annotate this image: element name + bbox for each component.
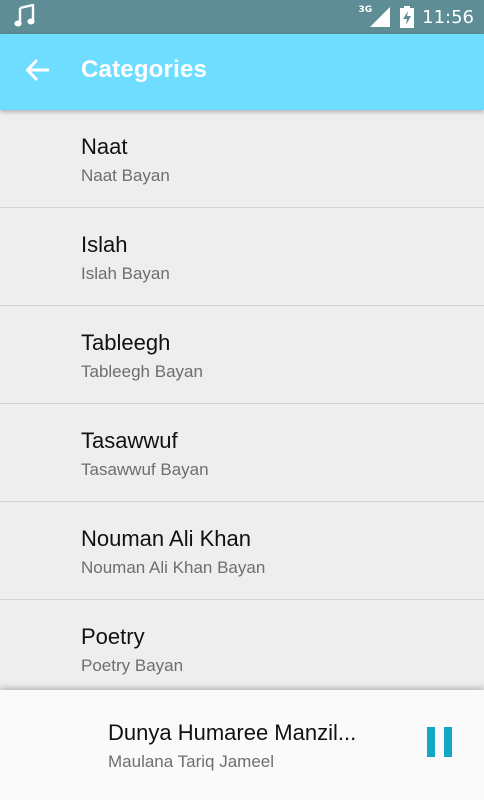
music-note-icon <box>14 3 36 28</box>
item-subtitle: Nouman Ali Khan Bayan <box>81 558 266 577</box>
item-subtitle: Naat Bayan <box>81 166 170 185</box>
status-bar: 3G 11:56 <box>0 0 484 34</box>
network-type-label: 3G <box>358 5 373 15</box>
track-artist: Maulana Tariq Jameel <box>108 752 274 771</box>
item-subtitle: Tasawwuf Bayan <box>81 460 209 479</box>
item-title: Tableegh <box>81 330 171 355</box>
list-item[interactable]: Nouman Ali Khan Nouman Ali Khan Bayan <box>0 502 484 600</box>
signal-icon <box>370 7 391 27</box>
list-item[interactable]: Tasawwuf Tasawwuf Bayan <box>0 404 484 502</box>
item-subtitle: Tableegh Bayan <box>81 362 203 381</box>
status-time: 11:56 <box>422 6 474 28</box>
page-title: Categories <box>81 56 208 83</box>
item-subtitle: Islah Bayan <box>81 264 170 283</box>
back-button[interactable] <box>22 56 54 88</box>
item-title: Islah <box>81 232 128 257</box>
track-title: Dunya Humaree Manzil... <box>108 720 357 745</box>
arrow-back-icon <box>25 57 51 87</box>
list-item[interactable]: Tableegh Tableegh Bayan <box>0 306 484 404</box>
app-bar: Categories <box>0 34 484 110</box>
item-title: Naat <box>81 134 128 159</box>
list-item[interactable]: Poetry Poetry Bayan <box>0 600 484 698</box>
item-title: Nouman Ali Khan <box>81 526 251 551</box>
pause-icon <box>427 727 453 761</box>
category-list: Naat Naat Bayan Islah Islah Bayan Tablee… <box>0 110 484 698</box>
battery-charging-icon <box>400 6 415 28</box>
item-title: Poetry <box>81 624 145 649</box>
list-item[interactable]: Islah Islah Bayan <box>0 208 484 306</box>
item-title: Tasawwuf <box>81 428 178 453</box>
list-item[interactable]: Naat Naat Bayan <box>0 110 484 208</box>
item-subtitle: Poetry Bayan <box>81 656 184 675</box>
pause-button[interactable] <box>420 724 460 764</box>
now-playing-bar[interactable]: Dunya Humaree Manzil... Maulana Tariq Ja… <box>0 690 484 800</box>
